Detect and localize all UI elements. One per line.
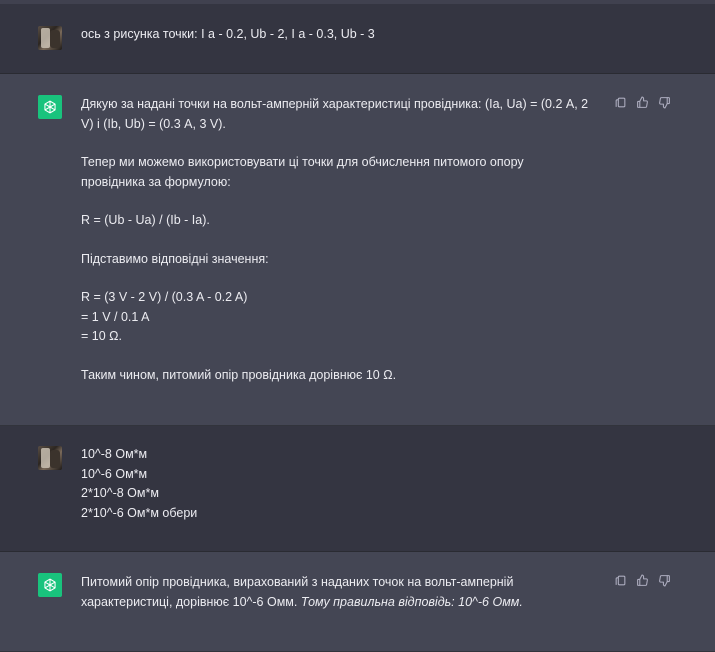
thumbs-up-icon[interactable]	[636, 574, 649, 587]
user-message: 10^-8 Ом*м 10^-6 Ом*м 2*10^-8 Ом*м 2*10^…	[0, 426, 715, 552]
openai-logo-icon	[44, 100, 56, 114]
user-message-text: 10^-8 Ом*м 10^-6 Ом*м 2*10^-8 Ом*м 2*10^…	[81, 445, 591, 523]
assistant-avatar	[38, 573, 62, 597]
message-line: 10^-6 Ом*м	[81, 466, 148, 481]
message-paragraph: Дякую за надані точки на вольт-амперній …	[81, 97, 589, 131]
assistant-message-text: Дякую за надані точки на вольт-амперній …	[81, 95, 591, 385]
assistant-message: Дякую за надані точки на вольт-амперній …	[0, 74, 715, 426]
thumbs-up-icon[interactable]	[636, 96, 649, 109]
message-paragraph: Питомий опір провідника, вирахований з н…	[81, 573, 591, 612]
assistant-message: Питомий опір провідника, вирахований з н…	[0, 552, 715, 652]
chat-thread: ось з рисунка точки: I a - 0.2, Ub - 2, …	[0, 0, 715, 652]
message-paragraph: Підставимо відповідні значення:	[81, 251, 269, 266]
user-avatar	[38, 26, 62, 50]
message-paragraph: R = (3 V - 2 V) / (0.3 A - 0.2 A) = 1 V …	[81, 290, 248, 343]
message-line: 2*10^-6 Ом*м обери	[81, 505, 198, 520]
user-avatar	[38, 446, 62, 470]
message-paragraph: R = (Ub - Ua) / (Ib - Ia).	[81, 213, 210, 227]
message-actions	[614, 574, 671, 587]
openai-logo-icon	[44, 578, 56, 592]
message-paragraph: Тепер ми можемо використовувати ці точки…	[81, 155, 524, 189]
message-paragraph: Таким чином, питомий опір провідника дор…	[81, 367, 397, 382]
assistant-message-text: Питомий опір провідника, вирахований з н…	[81, 573, 591, 612]
thumbs-down-icon[interactable]	[658, 96, 671, 109]
user-message: ось з рисунка точки: I a - 0.2, Ub - 2, …	[0, 4, 715, 74]
copy-icon[interactable]	[614, 96, 627, 109]
message-line: ось з рисунка точки: I a - 0.2, Ub - 2, …	[81, 27, 375, 41]
copy-icon[interactable]	[614, 574, 627, 587]
assistant-avatar	[38, 95, 62, 119]
message-line: 10^-8 Ом*м	[81, 447, 148, 461]
user-message-text: ось з рисунка точки: I a - 0.2, Ub - 2, …	[81, 25, 591, 45]
answer-italic-text: Тому правильна відповідь: 10^-6 Омм.	[300, 594, 523, 609]
thumbs-down-icon[interactable]	[658, 574, 671, 587]
message-actions	[614, 96, 671, 109]
message-line: 2*10^-8 Ом*м	[81, 486, 159, 500]
